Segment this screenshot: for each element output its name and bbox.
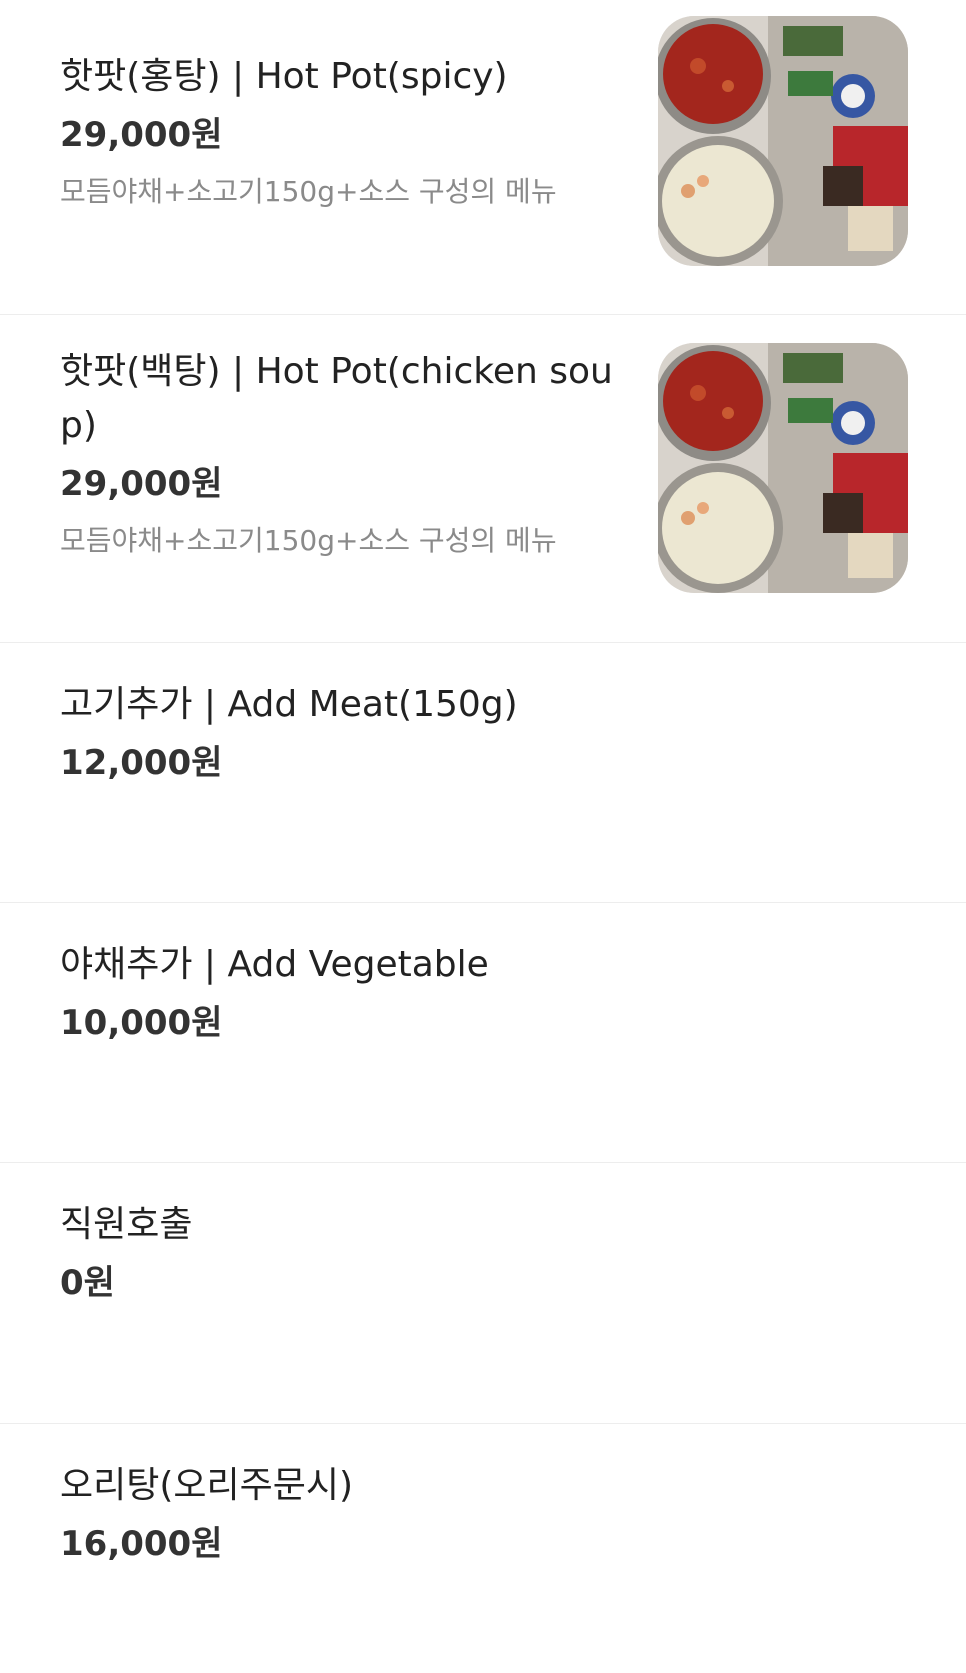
menu-item-add-meat[interactable]: 고기추가 | Add Meat(150g) 12,000원 bbox=[0, 643, 966, 903]
hot-pot-photo[interactable] bbox=[658, 343, 908, 593]
menu-item-add-vegetable[interactable]: 야채추가 | Add Vegetable 10,000원 bbox=[0, 903, 966, 1163]
hot-pot-photo-art bbox=[658, 16, 908, 266]
hot-pot-photo-art bbox=[658, 343, 908, 593]
menu-item-name: 직원호출 bbox=[60, 1204, 193, 1245]
menu-item-name: 고기추가 | Add Meat(150g) bbox=[60, 684, 518, 725]
menu-item-price: 29,000원 bbox=[60, 464, 223, 504]
menu-item-hot-pot-spicy[interactable]: 핫팟(홍탕) | Hot Pot(spicy) 29,000원 모듬야채+소고기… bbox=[0, 0, 966, 315]
menu-item-text: 핫팟(백탕) | Hot Pot(chicken soup) 29,000원 모… bbox=[60, 345, 620, 561]
menu-item-price: 29,000원 bbox=[60, 115, 223, 155]
menu-item-text: 직원호출 0원 bbox=[60, 1198, 620, 1306]
menu-item-name: 핫팟(백탕) | Hot Pot(chicken soup) bbox=[60, 351, 613, 446]
menu-item-staff-call[interactable]: 직원호출 0원 bbox=[0, 1163, 966, 1423]
menu-item-name: 야채추가 | Add Vegetable bbox=[60, 944, 489, 985]
menu-item-name: 오리탕(오리주문시) bbox=[60, 1465, 354, 1506]
menu-item-price: 0원 bbox=[60, 1263, 115, 1303]
menu-item-text: 핫팟(홍탕) | Hot Pot(spicy) 29,000원 모듬야채+소고기… bbox=[60, 50, 620, 212]
hot-pot-photo[interactable] bbox=[658, 16, 908, 266]
menu-item-price: 12,000원 bbox=[60, 743, 223, 783]
menu-item-description: 모듬야채+소고기150g+소스 구성의 메뉴 bbox=[60, 175, 557, 208]
menu-item-text: 오리탕(오리주문시) 16,000원 bbox=[60, 1459, 620, 1567]
menu-item-hot-pot-chicken-soup[interactable]: 핫팟(백탕) | Hot Pot(chicken soup) 29,000원 모… bbox=[0, 315, 966, 643]
menu-item-text: 야채추가 | Add Vegetable 10,000원 bbox=[60, 938, 620, 1046]
menu-item-name: 핫팟(홍탕) | Hot Pot(spicy) bbox=[60, 56, 508, 97]
menu-item-duck-soup[interactable]: 오리탕(오리주문시) 16,000원 bbox=[0, 1423, 966, 1673]
menu-item-text: 고기추가 | Add Meat(150g) 12,000원 bbox=[60, 678, 620, 786]
menu-item-description: 모듬야채+소고기150g+소스 구성의 메뉴 bbox=[60, 524, 557, 557]
menu-item-price: 16,000원 bbox=[60, 1524, 223, 1564]
menu-item-price: 10,000원 bbox=[60, 1003, 223, 1043]
